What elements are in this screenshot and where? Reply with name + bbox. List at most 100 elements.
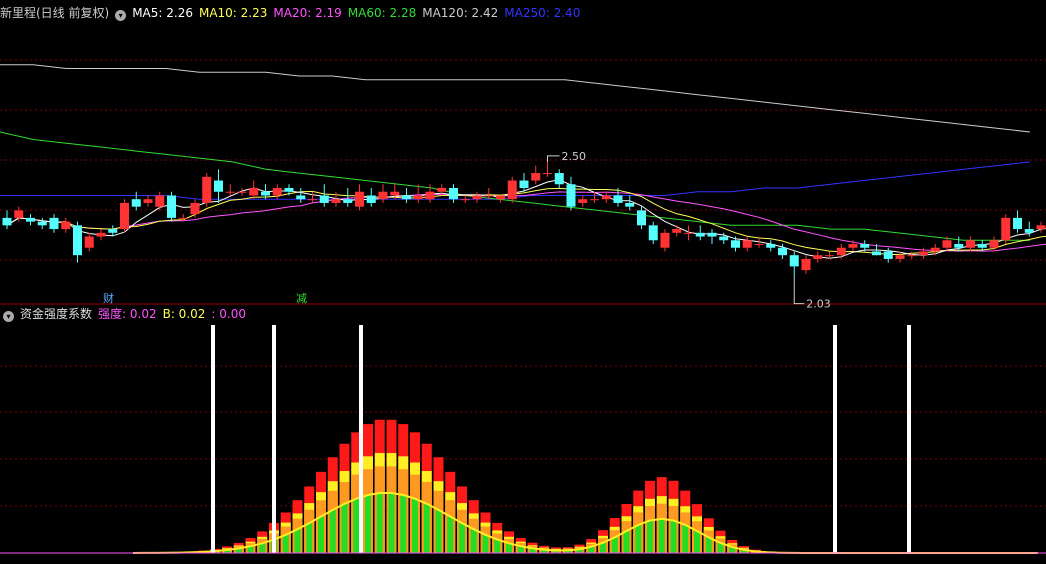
candle-body bbox=[837, 248, 846, 255]
candle-body bbox=[907, 255, 916, 256]
strength-bar-green bbox=[295, 529, 301, 553]
strength-curve bbox=[133, 493, 1038, 553]
main-chart-menu-icon[interactable]: ▾ bbox=[115, 10, 126, 21]
strength-bar-green bbox=[342, 504, 348, 553]
chart-stage[interactable]: 2.502.03财减 新里程(日线 前复权) ▾ MA5: 2.26MA10: 2.… bbox=[0, 0, 1046, 560]
candle-body bbox=[167, 195, 176, 217]
candle-body bbox=[990, 240, 999, 247]
candle-body bbox=[954, 244, 963, 248]
candle-body bbox=[26, 218, 35, 222]
sub-chart-menu-icon[interactable]: ▾ bbox=[3, 311, 14, 322]
candle-body bbox=[931, 248, 940, 252]
candle-body bbox=[860, 244, 869, 248]
strength-bar-green bbox=[459, 523, 465, 553]
candle-body bbox=[614, 195, 623, 202]
candle-body bbox=[379, 192, 388, 199]
candle-body bbox=[332, 199, 341, 203]
candle-body bbox=[343, 199, 352, 203]
candle-body bbox=[285, 188, 294, 192]
strength-bar-green bbox=[706, 537, 712, 553]
strength-bar-green bbox=[365, 495, 371, 553]
candle-body bbox=[555, 173, 564, 184]
candle-body bbox=[461, 199, 470, 200]
stock-chart[interactable]: 2.502.03财减 bbox=[0, 0, 1046, 560]
candle-body bbox=[778, 248, 787, 255]
candle-body bbox=[1037, 225, 1046, 229]
candle-body bbox=[85, 237, 94, 248]
candle-body bbox=[696, 233, 705, 237]
signal-line bbox=[211, 325, 215, 553]
candle-body bbox=[390, 192, 399, 196]
candle-body bbox=[1001, 218, 1010, 240]
candle-body bbox=[108, 229, 117, 233]
candle-body bbox=[273, 188, 282, 195]
candle-body bbox=[978, 244, 987, 248]
candle-body bbox=[38, 222, 47, 226]
strength-bar-green bbox=[389, 493, 395, 553]
candle-body bbox=[14, 210, 23, 217]
sub-chart-header: ▾资金强度系数强度: 0.02B: 0.02: 0.00 bbox=[0, 306, 252, 322]
candle-body bbox=[144, 199, 153, 203]
candle-body bbox=[367, 195, 376, 202]
candle-body bbox=[731, 240, 740, 247]
candle-body bbox=[308, 199, 317, 200]
candle-body bbox=[73, 225, 82, 255]
ma120-line bbox=[0, 65, 1030, 132]
candle-body bbox=[508, 181, 517, 200]
candle-body bbox=[1025, 229, 1034, 233]
event-marker-reduce: 减 bbox=[296, 292, 307, 305]
candle-body bbox=[437, 188, 446, 192]
ma-legend-item: MA60: 2.28 bbox=[348, 6, 416, 20]
candle-body bbox=[684, 233, 693, 234]
candle-body bbox=[661, 233, 670, 248]
sub-title: 资金强度系数 bbox=[20, 307, 92, 321]
candle-body bbox=[155, 195, 164, 206]
candle-body bbox=[543, 173, 552, 174]
candle-body bbox=[402, 195, 411, 199]
strength-bar-green bbox=[283, 535, 289, 553]
candle-body bbox=[120, 203, 129, 229]
candle-body bbox=[132, 199, 141, 206]
candle-body bbox=[719, 237, 728, 241]
ma-legend-item: MA5: 2.26 bbox=[132, 6, 193, 20]
candle-body bbox=[755, 244, 764, 245]
strength-bar-green bbox=[471, 529, 477, 553]
candle-body bbox=[226, 192, 235, 193]
candle-body bbox=[813, 255, 822, 259]
candle-body bbox=[202, 177, 211, 203]
candle-body bbox=[355, 192, 364, 207]
strength-bar-green bbox=[682, 525, 688, 553]
candle-body bbox=[238, 192, 247, 193]
strength-label: 强度: 0.02 bbox=[98, 307, 157, 321]
strength-bar-green bbox=[330, 510, 336, 553]
candles bbox=[3, 162, 1046, 278]
candle-body bbox=[3, 218, 12, 225]
ma-legend: MA5: 2.26MA10: 2.23MA20: 2.19MA60: 2.28M… bbox=[132, 6, 586, 20]
strength-bar-green bbox=[647, 520, 653, 553]
candle-body bbox=[97, 233, 106, 237]
signal-line bbox=[833, 325, 837, 553]
candle-body bbox=[649, 225, 658, 240]
candle-body bbox=[179, 218, 188, 219]
strength-bar-green bbox=[624, 531, 630, 553]
candle-body bbox=[214, 181, 223, 192]
candle-body bbox=[849, 244, 858, 248]
candle-body bbox=[884, 251, 893, 258]
candle-body bbox=[872, 251, 881, 255]
ma-legend-item: MA120: 2.42 bbox=[422, 6, 498, 20]
main-title: 新里程(日线 前复权) bbox=[0, 6, 109, 20]
strength-bar-green bbox=[612, 537, 618, 553]
candle-body bbox=[426, 192, 435, 199]
candle-body bbox=[637, 210, 646, 225]
candle-body bbox=[449, 188, 458, 199]
candle-body bbox=[261, 192, 270, 196]
candle-body bbox=[590, 199, 599, 200]
signal-line bbox=[907, 325, 911, 553]
strength-bar-green bbox=[671, 521, 677, 553]
signal-line bbox=[359, 325, 363, 553]
strength-bar-green bbox=[318, 516, 324, 553]
strength-bar-green bbox=[694, 531, 700, 553]
strength-bar-green bbox=[353, 499, 359, 553]
candle-body bbox=[802, 259, 811, 270]
candle-body bbox=[484, 195, 493, 196]
